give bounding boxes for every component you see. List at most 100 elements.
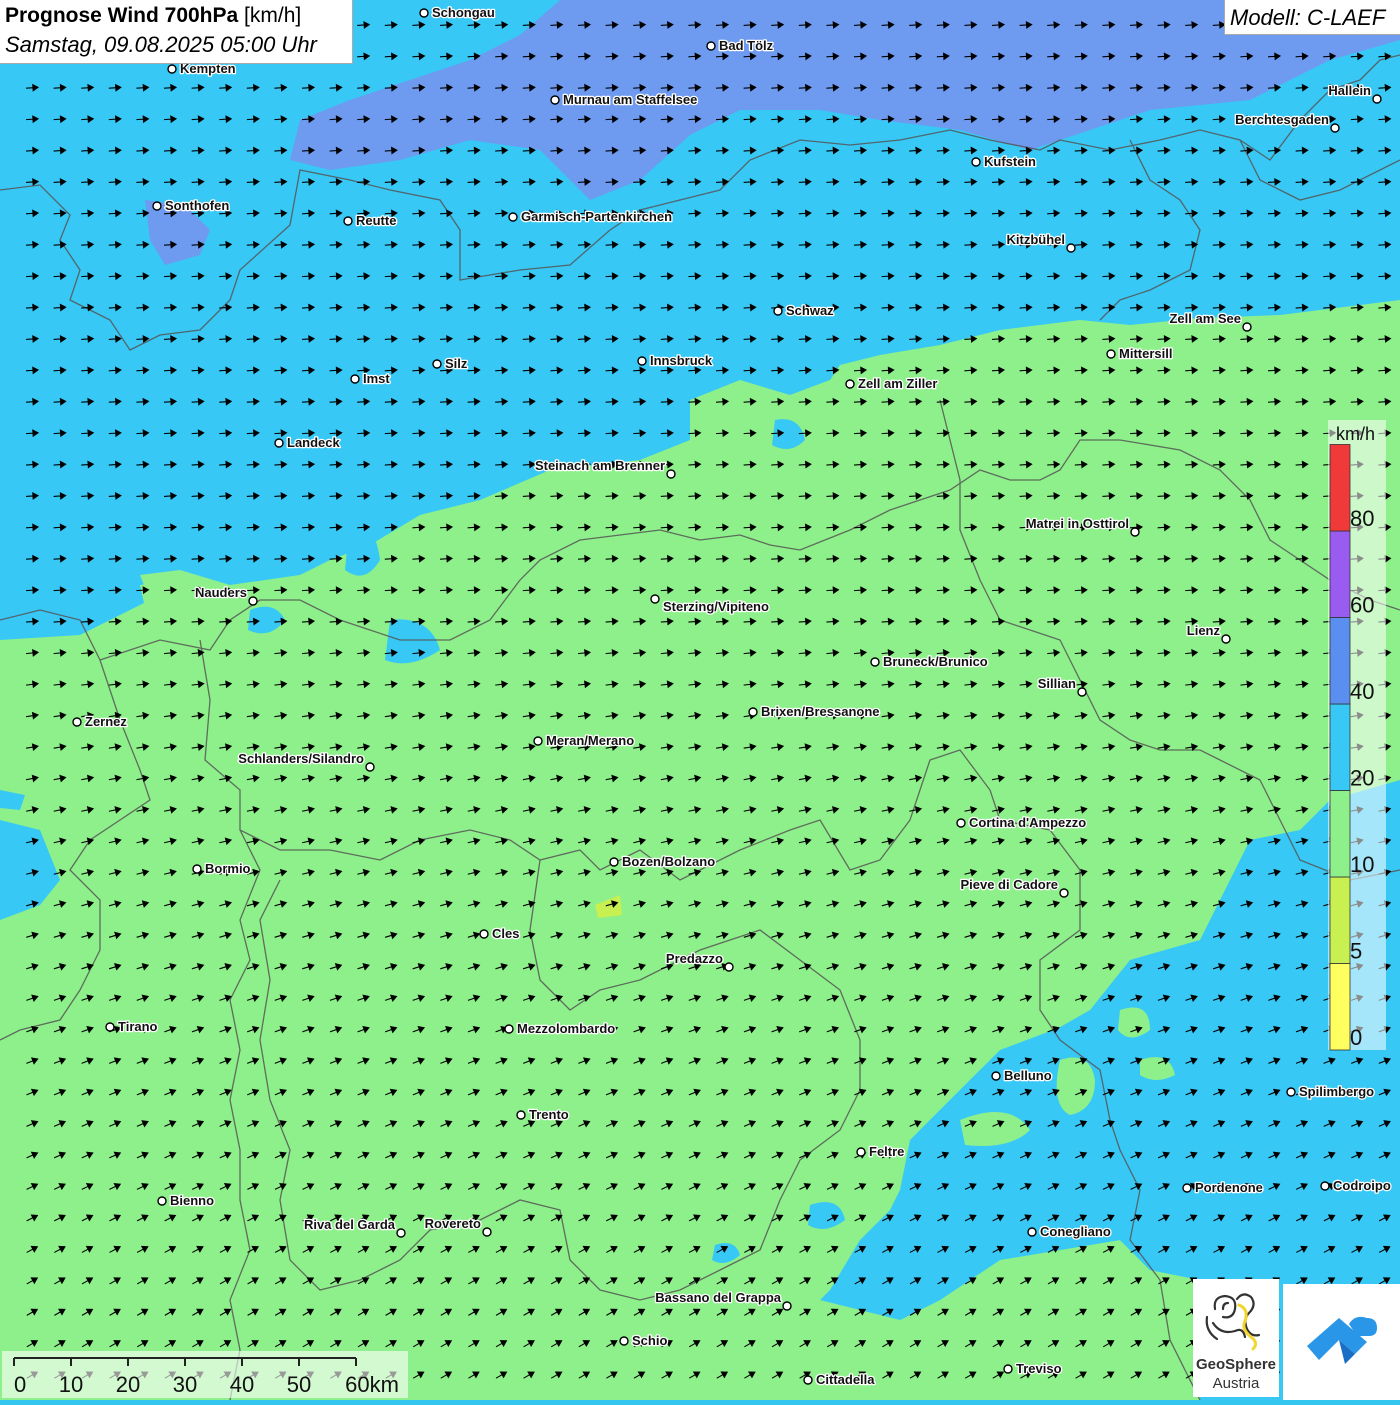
city-label: Treviso	[1016, 1361, 1062, 1376]
city-dot	[619, 1336, 629, 1346]
city-marker: Brixen/Bressanone	[748, 703, 881, 720]
city-dot	[1066, 243, 1076, 253]
city-label: Brixen/Bressanone	[761, 704, 880, 719]
city-dot	[1330, 123, 1340, 133]
city-label: Bruneck/Brunico	[883, 654, 988, 669]
city-label: Reutte	[356, 213, 396, 228]
city-label: Nauders	[195, 585, 247, 600]
city-dot	[609, 857, 619, 867]
city-dot	[971, 157, 981, 167]
legend-tick-label: 5	[1350, 939, 1362, 964]
city-marker: Innsbruck	[637, 352, 714, 369]
city-dot	[248, 596, 258, 606]
city-label: Schwaz	[786, 303, 834, 318]
city-label: Silz	[445, 356, 468, 371]
city-label: Tirano	[118, 1019, 158, 1034]
city-dot	[706, 41, 716, 51]
city-label: Conegliano	[1040, 1224, 1111, 1239]
city-dot	[504, 1024, 514, 1034]
city-dot	[72, 717, 82, 727]
color-legend: km/h 0 5 10 20 40 60 80	[1328, 420, 1386, 1051]
city-marker: Sonthofen	[152, 197, 231, 214]
city-label: Cittadella	[816, 1372, 875, 1387]
city-label: Bozen/Bolzano	[622, 854, 715, 869]
legend-tick-label: 0	[1350, 1025, 1362, 1050]
city-marker: Cortina d'Ampezzo	[956, 814, 1088, 831]
scale-label: 50	[287, 1372, 311, 1397]
city-label: Innsbruck	[650, 353, 713, 368]
scale-label: 0	[14, 1372, 26, 1397]
city-marker: Garmisch-Partenkirchen	[508, 208, 673, 225]
city-dot	[956, 818, 966, 828]
city-dot	[1106, 349, 1116, 359]
city-dot	[105, 1022, 115, 1032]
city-label: Kufstein	[984, 154, 1036, 169]
city-dot	[1242, 322, 1252, 332]
city-dot	[533, 736, 543, 746]
city-label: Rovereto	[425, 1216, 481, 1231]
legend-band	[1329, 876, 1351, 964]
city-dot	[550, 95, 560, 105]
city-label: Sterzing/Vipiteno	[663, 599, 769, 614]
wind-map: SchongauBad TölzKemptenMurnau am Staffel…	[0, 0, 1400, 1400]
city-label: Lienz	[1187, 623, 1221, 638]
city-label: Sillian	[1038, 676, 1076, 691]
city-dot	[516, 1110, 526, 1120]
city-dot	[157, 1196, 167, 1206]
scale-label: 10	[59, 1372, 83, 1397]
legend-band	[1329, 703, 1351, 791]
city-label: Schio	[632, 1333, 667, 1348]
city-label: Kitzbühel	[1007, 232, 1066, 247]
city-label: Bienno	[170, 1193, 214, 1208]
city-label: Mezzolombardo	[517, 1021, 615, 1036]
city-label: Mittersill	[1119, 346, 1172, 361]
city-dot	[1372, 94, 1382, 104]
city-dot	[1182, 1183, 1192, 1193]
geosphere-swirl-icon	[1205, 1293, 1261, 1351]
city-dot	[432, 359, 442, 369]
second-logo	[1283, 1284, 1400, 1400]
city-dot	[152, 201, 162, 211]
city-label: Spilimbergo	[1299, 1084, 1374, 1099]
city-dot	[870, 657, 880, 667]
city-dot	[803, 1375, 813, 1385]
city-label: Bormio	[205, 861, 251, 876]
city-dot	[748, 707, 758, 717]
city-dot	[1077, 687, 1087, 697]
map-title-unit: [km/h]	[244, 4, 302, 27]
city-label: Imst	[363, 371, 390, 386]
city-dot	[274, 438, 284, 448]
city-marker: Bozen/Bolzano	[609, 853, 717, 870]
city-label: Zernez	[85, 714, 127, 729]
forecast-datetime: Samstag, 09.08.2025 05:00 Uhr	[5, 32, 317, 57]
scale-label: 30	[173, 1372, 197, 1397]
city-label: Cles	[492, 926, 519, 941]
legend-band	[1329, 790, 1351, 878]
city-dot	[350, 374, 360, 384]
scale-label: 40	[230, 1372, 254, 1397]
map-title: Prognose Wind 700hPa [km/h]	[5, 4, 301, 28]
city-label: Predazzo	[666, 951, 723, 966]
city-dot	[1286, 1087, 1296, 1097]
city-dot	[1059, 888, 1069, 898]
city-marker: Conegliano	[1027, 1223, 1112, 1240]
city-label: Belluno	[1004, 1068, 1052, 1083]
city-label: Berchtesgaden	[1235, 112, 1329, 127]
city-label: Sonthofen	[165, 198, 229, 213]
city-marker: Pordenone	[1182, 1179, 1264, 1196]
city-dot	[1027, 1227, 1037, 1237]
model-box: Modell: C-LAEF	[1224, 0, 1400, 35]
city-label: Codroipo	[1333, 1178, 1391, 1193]
city-marker: Schongau	[419, 4, 496, 21]
scale-label: 60km	[345, 1372, 399, 1397]
city-label: Pieve di Cadore	[960, 877, 1058, 892]
city-label: Matrei in Osttirol	[1026, 516, 1129, 531]
city-dot	[167, 64, 177, 74]
legend-band	[1329, 530, 1351, 618]
city-dot	[782, 1301, 792, 1311]
legend-tick-label: 20	[1350, 766, 1374, 791]
geosphere-country: Austria	[1212, 1375, 1260, 1392]
city-label: Zell am See	[1169, 311, 1241, 326]
city-dot	[479, 929, 489, 939]
legend-band	[1329, 444, 1351, 532]
